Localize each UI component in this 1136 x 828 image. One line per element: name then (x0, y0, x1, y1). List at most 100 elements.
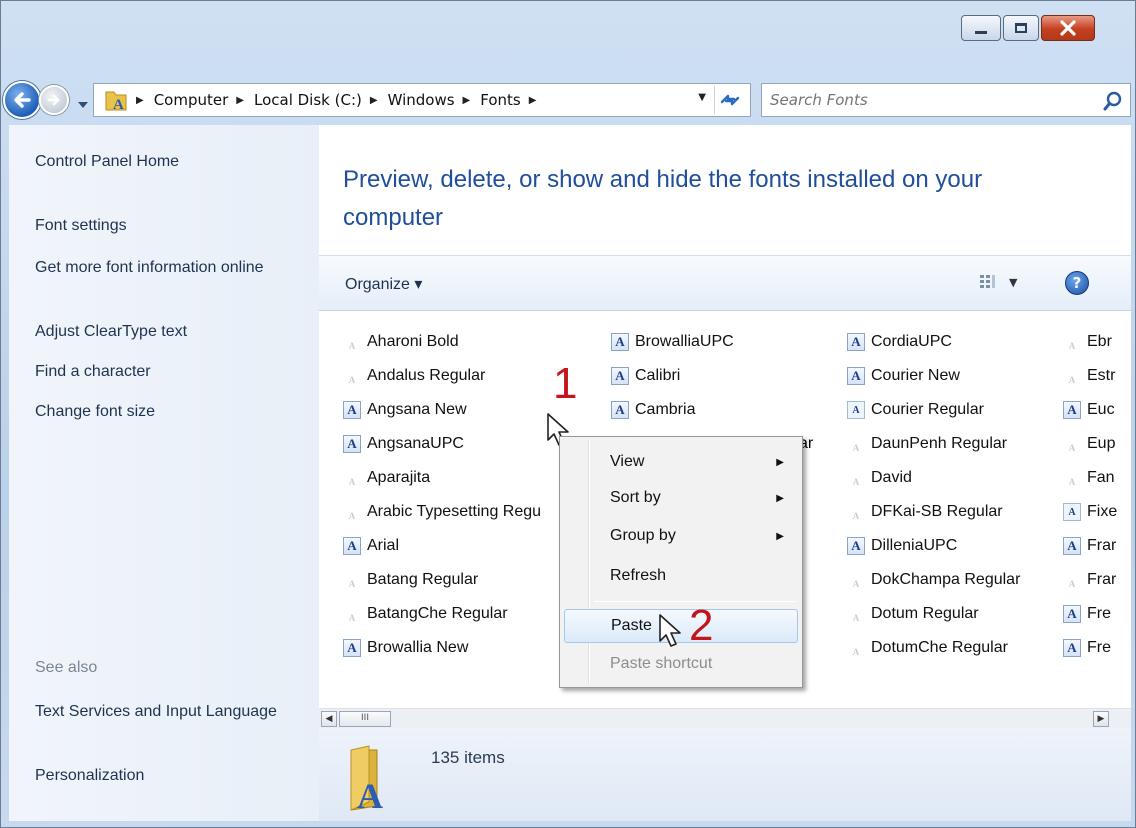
breadcrumb-windows[interactable]: Windows (386, 91, 457, 109)
font-item[interactable]: A Fre (1063, 631, 1117, 665)
font-item[interactable]: A Euc (1063, 393, 1117, 427)
font-item[interactable]: A Frar (1063, 529, 1117, 563)
font-item[interactable]: A DotumChe Regular (847, 631, 1020, 665)
font-item-label: AngsanaUPC (367, 435, 464, 452)
horizontal-scrollbar[interactable]: ◀ III ▶ (319, 708, 1131, 728)
font-file-icon: A (847, 333, 865, 351)
breadcrumb-separator-icon[interactable]: ▶ (463, 95, 471, 106)
font-item[interactable]: A BrowalliaUPC (611, 325, 734, 359)
search-icon[interactable] (1102, 90, 1124, 112)
font-file-icon: A (1068, 477, 1076, 487)
font-item-label: Batang Regular (367, 571, 479, 588)
breadcrumb-separator-icon[interactable]: ▶ (370, 95, 378, 106)
text-services-link[interactable]: Text Services and Input Language (35, 701, 305, 723)
font-item[interactable]: A Batang Regular (343, 563, 541, 597)
breadcrumb-separator-icon[interactable]: ▶ (136, 95, 144, 106)
help-icon[interactable]: ? (1065, 271, 1089, 295)
menu-item-view[interactable]: View ▶ (564, 445, 798, 479)
address-bar[interactable]: A ▶ Computer ▶ Local Disk (C:) ▶ Windows… (93, 83, 751, 117)
font-item-label: Frar (1087, 537, 1117, 554)
close-button[interactable] (1041, 15, 1095, 41)
font-item[interactable]: A Ebr (1063, 325, 1117, 359)
organize-menu-button[interactable]: Organize ▾ (345, 274, 422, 294)
personalization-link[interactable]: Personalization (35, 765, 305, 787)
submenu-arrow-icon: ▶ (776, 456, 784, 468)
fonts-folder-icon: A (104, 88, 130, 113)
font-item[interactable]: A Frar (1063, 563, 1117, 597)
recent-pages-dropdown[interactable] (77, 95, 89, 108)
font-item[interactable]: A DFKai-SB Regular (847, 495, 1020, 529)
font-item[interactable]: A Fre (1063, 597, 1117, 631)
menu-item-refresh[interactable]: Refresh (564, 559, 798, 593)
font-file-icon: A (1068, 579, 1076, 589)
font-item[interactable]: A Courier New (847, 359, 1020, 393)
breadcrumb-local-disk[interactable]: Local Disk (C:) (252, 91, 364, 109)
font-item[interactable]: A David (847, 461, 1020, 495)
change-font-size-link[interactable]: Change font size (35, 401, 305, 423)
address-history-dropdown-icon[interactable]: ▼ (698, 92, 706, 103)
font-item[interactable]: A Browallia New (343, 631, 541, 665)
see-also-label: See also (35, 659, 98, 676)
refresh-button[interactable] (714, 86, 744, 114)
font-file-icon: A (1063, 401, 1081, 419)
back-arrow-icon (14, 92, 31, 108)
details-pane: A 135 items (319, 728, 1131, 821)
scroll-left-button[interactable]: ◀ (321, 711, 337, 727)
chevron-down-icon (78, 102, 88, 108)
font-item[interactable]: A AngsanaUPC (343, 427, 541, 461)
window-frame: A ▶ Computer ▶ Local Disk (C:) ▶ Windows… (0, 0, 1136, 828)
font-item[interactable]: A Fixe (1063, 495, 1117, 529)
font-item[interactable]: A BatangChe Regular (343, 597, 541, 631)
font-file-icon: A (1063, 537, 1081, 555)
font-item-label: Fre (1087, 605, 1111, 622)
font-item[interactable]: A Fan (1063, 461, 1117, 495)
font-item-label: Arabic Typesetting Regu (367, 503, 542, 520)
breadcrumb-separator-icon[interactable]: ▶ (529, 95, 537, 106)
adjust-cleartype-link[interactable]: Adjust ClearType text (35, 321, 305, 343)
scrollbar-thumb[interactable]: III (339, 711, 391, 727)
menu-item-group-by[interactable]: Group by ▶ (564, 519, 798, 553)
minimize-button[interactable] (961, 15, 1001, 41)
font-file-icon: A (852, 511, 860, 521)
font-file-icon: A (852, 647, 860, 657)
font-item[interactable]: A Eup (1063, 427, 1117, 461)
font-item[interactable]: A DilleniaUPC (847, 529, 1020, 563)
svg-text:A: A (357, 776, 383, 812)
font-item[interactable]: A Angsana New (343, 393, 541, 427)
font-item-label: Eup (1087, 435, 1116, 452)
change-view-button[interactable]: ▼ (979, 274, 1017, 290)
font-item[interactable]: A CordiaUPC (847, 325, 1020, 359)
breadcrumb-fonts[interactable]: Fonts (478, 91, 522, 109)
font-item[interactable]: A Cambria (611, 393, 734, 427)
menu-item-sort-by[interactable]: Sort by ▶ (564, 481, 798, 515)
font-item[interactable]: A Arabic Typesetting Regu (343, 495, 541, 529)
search-input[interactable] (770, 91, 1090, 109)
forward-button[interactable] (39, 85, 69, 115)
scroll-right-button[interactable]: ▶ (1093, 711, 1109, 727)
font-item[interactable]: A DokChampa Regular (847, 563, 1021, 597)
breadcrumb-separator-icon[interactable]: ▶ (236, 95, 244, 106)
menu-item-paste-shortcut[interactable]: Paste shortcut (564, 647, 798, 681)
get-more-font-info-link[interactable]: Get more font information online (35, 257, 305, 279)
font-file-icon: A (1063, 503, 1081, 521)
font-item[interactable]: A Arial (343, 529, 541, 563)
control-panel-home-link[interactable]: Control Panel Home (35, 151, 305, 173)
search-box[interactable] (761, 83, 1131, 117)
find-character-link[interactable]: Find a character (35, 361, 305, 383)
font-file-icon: A (1063, 639, 1081, 657)
font-file-icon: A (348, 613, 356, 623)
font-item[interactable]: A Aharoni Bold (343, 325, 541, 359)
breadcrumb-computer[interactable]: Computer (152, 91, 231, 109)
font-item[interactable]: A Estr (1063, 359, 1117, 393)
font-item-label: Fan (1087, 469, 1115, 486)
font-item[interactable]: A Dotum Regular (847, 597, 1020, 631)
font-item[interactable]: A Calibri (611, 359, 734, 393)
back-button[interactable] (3, 81, 41, 119)
font-item-label: Fixe (1087, 503, 1118, 520)
font-settings-link[interactable]: Font settings (35, 215, 305, 237)
font-item[interactable]: A DaunPenh Regular (847, 427, 1020, 461)
font-item[interactable]: A Courier Regular (847, 393, 1020, 427)
font-item[interactable]: A Aparajita (343, 461, 541, 495)
maximize-button[interactable] (1003, 15, 1039, 41)
font-item[interactable]: A Andalus Regular (343, 359, 541, 393)
